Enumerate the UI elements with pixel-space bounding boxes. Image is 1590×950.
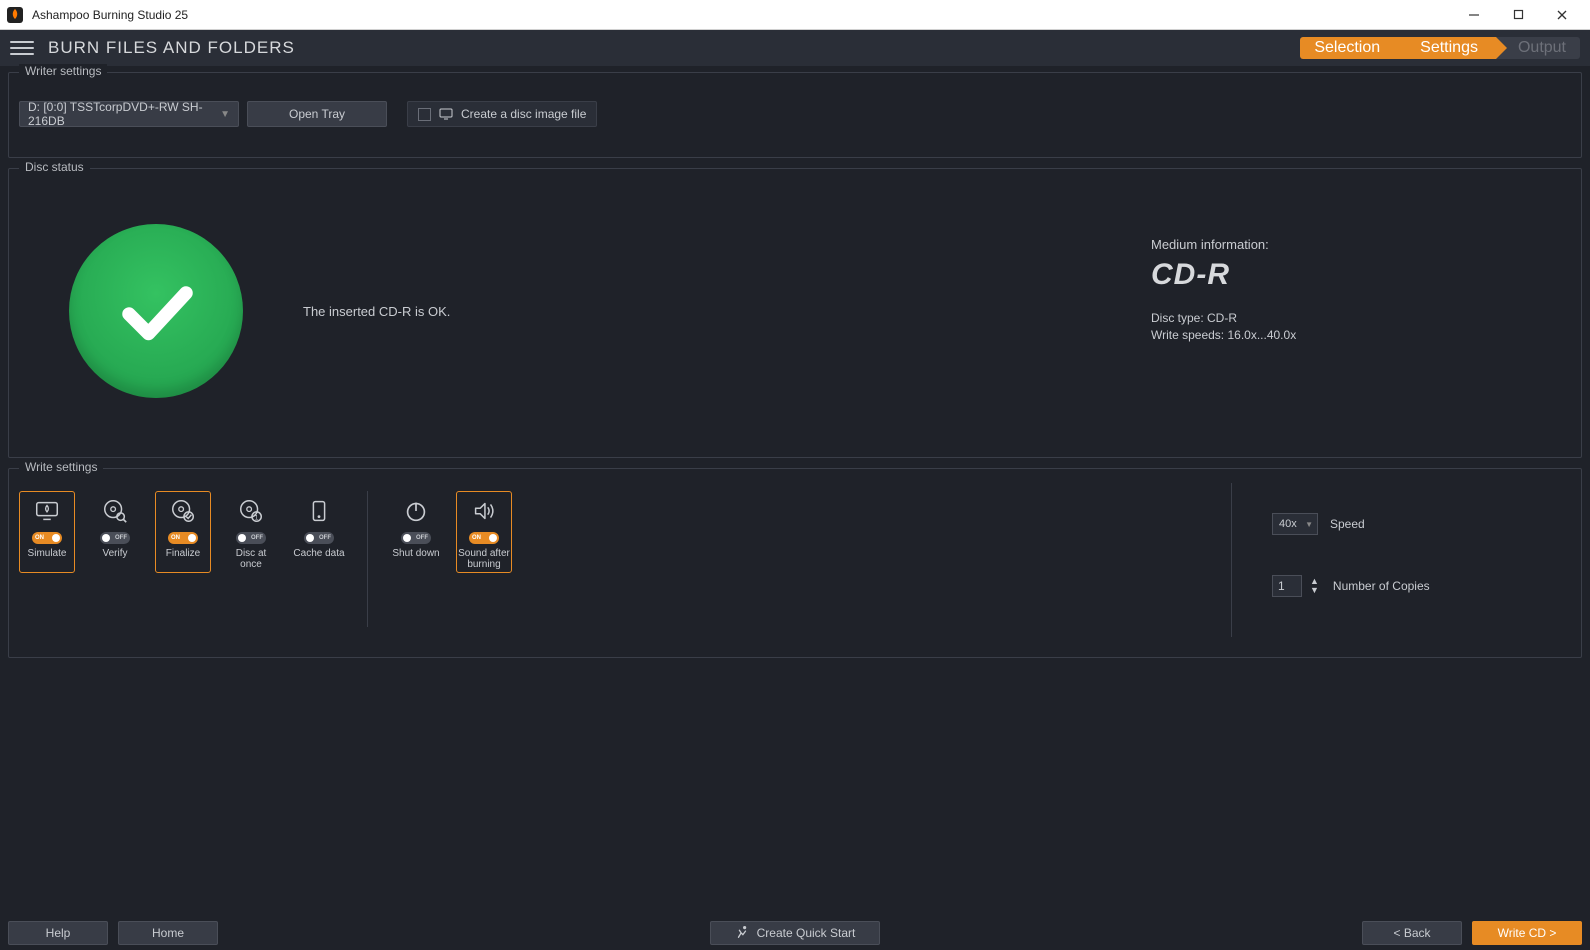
chevron-down-icon: ▼: [1305, 520, 1313, 529]
open-tray-button[interactable]: Open Tray: [247, 101, 387, 127]
toggle-cachedata[interactable]: OFF Cache data: [291, 491, 347, 573]
toggle-simulate[interactable]: ON Simulate: [19, 491, 75, 573]
app-icon: [6, 6, 24, 24]
footer: Help Home Create Quick Start < Back Writ…: [0, 916, 1590, 950]
step-breadcrumb: Selection Settings Output: [1300, 37, 1580, 59]
toggle-finalize-pill[interactable]: ON: [168, 532, 198, 544]
create-image-group[interactable]: Create a disc image file: [407, 101, 597, 127]
write-settings-legend: Write settings: [19, 460, 103, 474]
titlebar: Ashampoo Burning Studio 25: [0, 0, 1590, 30]
toggle-simulate-pill[interactable]: ON: [32, 532, 62, 544]
toggle-discatonce[interactable]: 1 OFF Disc at once: [223, 491, 279, 573]
speed-label: Speed: [1330, 517, 1365, 531]
status-ok-icon: [69, 224, 243, 398]
svg-text:1: 1: [255, 514, 259, 521]
copies-spinner[interactable]: ▲ ▼: [1308, 577, 1321, 595]
toggle-verify[interactable]: OFF Verify: [87, 491, 143, 573]
disc-type: Disc type: CD-R: [1151, 310, 1511, 327]
write-settings-group: Write settings ON Simulate OFF Verify: [8, 468, 1582, 658]
toggle-sound[interactable]: ON Sound after burning: [456, 491, 512, 573]
monitor-burn-icon: [32, 496, 62, 526]
copies-input[interactable]: [1272, 575, 1302, 597]
toggle-finalize-label: Finalize: [166, 548, 200, 570]
disc-status-legend: Disc status: [19, 160, 90, 174]
page-title: BURN FILES AND FOLDERS: [48, 38, 295, 58]
writer-settings-legend: Writer settings: [19, 64, 107, 78]
quick-start-button[interactable]: Create Quick Start: [710, 921, 880, 945]
toggle-cachedata-pill[interactable]: OFF: [304, 532, 334, 544]
runner-icon: [735, 925, 749, 942]
help-button[interactable]: Help: [8, 921, 108, 945]
drive-select-value: D: [0:0] TSSTcorpDVD+-RW SH-216DB: [28, 100, 220, 128]
monitor-icon: [439, 107, 453, 121]
speed-value: 40x: [1279, 518, 1297, 530]
write-speeds: Write speeds: 16.0x...40.0x: [1151, 327, 1511, 344]
write-toggle-strip: ON Simulate OFF Verify ON Finalize: [19, 483, 512, 637]
toggle-sound-pill[interactable]: ON: [469, 532, 499, 544]
minimize-button[interactable]: [1452, 0, 1496, 30]
step-settings[interactable]: Settings: [1398, 37, 1496, 59]
disc-search-icon: [100, 496, 130, 526]
drive-select[interactable]: D: [0:0] TSSTcorpDVD+-RW SH-216DB ▼: [19, 101, 239, 127]
back-button[interactable]: < Back: [1362, 921, 1462, 945]
chevron-down-icon: ▼: [220, 109, 230, 120]
toggle-shutdown-pill[interactable]: OFF: [401, 532, 431, 544]
medium-name: CD-R: [1151, 258, 1511, 292]
write-right-controls: 40x ▼ Speed ▲ ▼ Number of Copies: [1231, 483, 1571, 637]
toggle-discatonce-pill[interactable]: OFF: [236, 532, 266, 544]
main-header: BURN FILES AND FOLDERS Selection Setting…: [0, 30, 1590, 66]
disc-status-left: The inserted CD-R is OK.: [19, 183, 450, 439]
home-button[interactable]: Home: [118, 921, 218, 945]
disc-status-group: Disc status The inserted CD-R is OK. Med…: [8, 168, 1582, 458]
toggle-verify-label: Verify: [102, 548, 127, 570]
toggle-cachedata-label: Cache data: [293, 548, 344, 570]
spinner-down-icon[interactable]: ▼: [1308, 586, 1321, 595]
close-button[interactable]: [1540, 0, 1584, 30]
writer-settings-group: Writer settings D: [0:0] TSSTcorpDVD+-RW…: [8, 72, 1582, 158]
toggle-discatonce-label: Disc at once: [224, 548, 278, 570]
toggle-sound-label: Sound after burning: [457, 548, 511, 570]
write-button[interactable]: Write CD >: [1472, 921, 1582, 945]
step-output: Output: [1496, 37, 1580, 59]
create-image-label: Create a disc image file: [461, 107, 586, 121]
disc-one-icon: 1: [236, 496, 266, 526]
copies-label: Number of Copies: [1333, 579, 1430, 593]
app-title: Ashampoo Burning Studio 25: [32, 8, 1452, 22]
device-icon: [304, 496, 334, 526]
toggle-shutdown-label: Shut down: [392, 548, 439, 570]
toggle-shutdown[interactable]: OFF Shut down: [388, 491, 444, 573]
toggle-verify-pill[interactable]: OFF: [100, 532, 130, 544]
toggle-simulate-label: Simulate: [28, 548, 67, 570]
speaker-icon: [469, 496, 499, 526]
create-image-checkbox[interactable]: [418, 108, 431, 121]
disc-check-icon: [168, 496, 198, 526]
window-controls: [1452, 0, 1584, 30]
speed-select[interactable]: 40x ▼: [1272, 513, 1318, 535]
maximize-button[interactable]: [1496, 0, 1540, 30]
step-selection[interactable]: Selection: [1300, 37, 1398, 59]
quick-start-label: Create Quick Start: [757, 926, 856, 940]
medium-info: Medium information: CD-R Disc type: CD-R…: [1151, 183, 1571, 439]
toggle-finalize[interactable]: ON Finalize: [155, 491, 211, 573]
power-icon: [401, 496, 431, 526]
menu-icon[interactable]: [10, 36, 34, 60]
disc-status-message: The inserted CD-R is OK.: [303, 304, 450, 319]
medium-info-label: Medium information:: [1151, 237, 1511, 252]
divider: [367, 491, 368, 627]
